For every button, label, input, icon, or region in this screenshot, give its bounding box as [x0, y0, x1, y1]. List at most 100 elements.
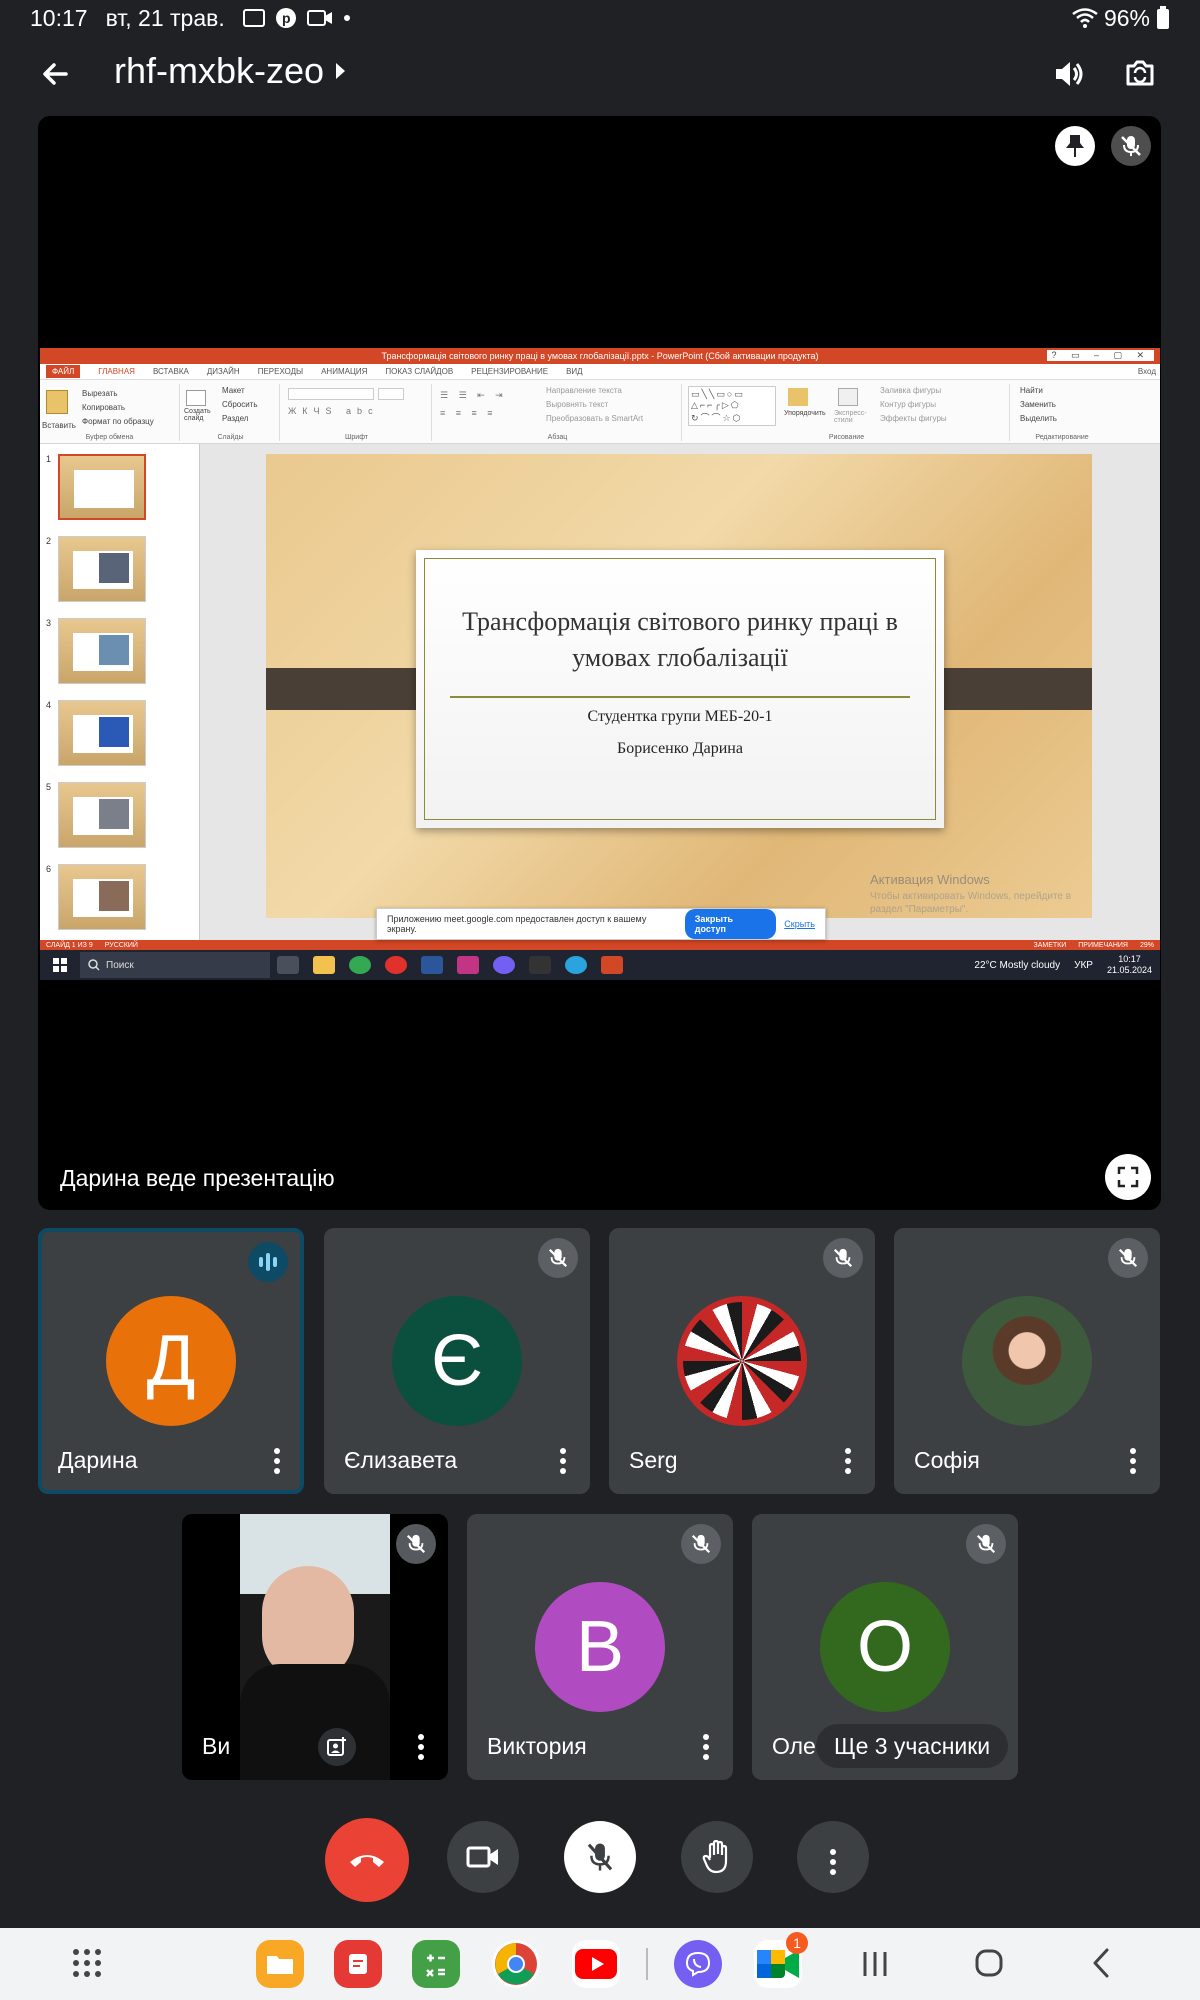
font-name-box: [288, 388, 374, 400]
smartart-label: Преобразовать в SmartArt: [546, 414, 644, 423]
dock-divider: [646, 1948, 648, 1980]
more-actions-button[interactable]: [797, 1821, 869, 1893]
mic-off-icon: [1121, 136, 1141, 156]
slide-bar-right: [924, 668, 1092, 710]
presentation-stage[interactable]: Трансформація світового ринку праці в ум…: [38, 116, 1161, 1210]
participant-tile[interactable]: Д Дарина: [38, 1228, 304, 1494]
task-view-icon: [277, 956, 299, 974]
youtube-app-icon[interactable]: [572, 1940, 620, 1988]
back-arrow-icon[interactable]: [36, 54, 76, 94]
switch-camera-icon[interactable]: [1120, 54, 1160, 94]
mic-off-icon: [396, 1524, 436, 1564]
font-format-icons: ЖКЧS abc: [288, 406, 379, 416]
tab-animation: АНИМАЦИЯ: [321, 367, 368, 376]
windows-taskbar: Поиск 22°C Mostly cloudy УКР 10:17 21.05…: [40, 950, 1160, 980]
thumb-number: 3: [46, 618, 52, 628]
format-painter-label: Формат по образцу: [82, 417, 154, 426]
window-title: Трансформація світового ринку праці в ум…: [381, 351, 819, 361]
more-options-icon[interactable]: [1130, 1448, 1136, 1474]
mic-toggle-button[interactable]: [564, 1821, 636, 1893]
avatar-photo: [962, 1296, 1092, 1426]
system-tray: 22°C Mostly cloudy УКР 10:17 21.05.2024: [974, 954, 1160, 976]
back-nav-icon[interactable]: [1090, 1948, 1112, 1978]
notification-badge: 1: [786, 1932, 808, 1954]
mic-off-icon: [587, 1843, 613, 1871]
self-camera-video: [240, 1514, 390, 1780]
more-options-icon[interactable]: [845, 1448, 851, 1474]
find-label: Найти: [1020, 386, 1043, 395]
home-icon[interactable]: [974, 1948, 1004, 1978]
recent-apps-icon[interactable]: [862, 1950, 888, 1978]
powerpoint-icon: [601, 956, 623, 974]
raise-hand-button[interactable]: [681, 1821, 753, 1893]
participant-name: Єлизавета: [344, 1447, 458, 1473]
keyboard-language: УКР: [1074, 959, 1093, 971]
participant-tile[interactable]: Є Єлизавета: [324, 1228, 590, 1494]
speaking-indicator: [248, 1242, 288, 1282]
zoom-level: 29%: [1139, 941, 1154, 949]
slide-subtitle-name: Борисенко Дарина: [617, 740, 743, 757]
slide-bar-left: [266, 668, 434, 710]
more-options-icon[interactable]: [703, 1734, 709, 1760]
fullscreen-button[interactable]: [1105, 1154, 1151, 1200]
replace-label: Заменить: [1020, 400, 1056, 409]
viber-app-icon[interactable]: [674, 1940, 722, 1988]
pin-icon: [1066, 135, 1084, 157]
notes-button: ЗАМЕТКИ: [1033, 941, 1067, 949]
copy-label: Копировать: [82, 403, 126, 412]
effects-button[interactable]: [318, 1728, 356, 1766]
participant-name: Ви: [202, 1733, 231, 1759]
tab-transitions: ПЕРЕХОДЫ: [257, 367, 304, 376]
tab-review: РЕЦЕНЗИРОВАНИЕ: [471, 367, 549, 376]
sign-in-link: Вход: [1137, 367, 1156, 376]
pin-button[interactable]: [1055, 126, 1095, 166]
camera-toggle-button[interactable]: [447, 1821, 519, 1893]
current-slide: Трансформація світового ринку праці в ум…: [266, 454, 1092, 918]
layout-label: Макет: [222, 386, 245, 395]
thumb-number: 1: [46, 454, 52, 464]
instagram-icon: [457, 956, 479, 974]
notes-app-icon[interactable]: [334, 1940, 382, 1988]
new-slide-label: Создать слайд: [184, 408, 211, 422]
participant-tile[interactable]: Софія: [894, 1228, 1160, 1494]
stop-sharing-button: Закрыть доступ: [684, 909, 777, 939]
google-meet-app-icon[interactable]: 1: [754, 1932, 808, 1988]
pinterest-notification-icon: p: [275, 8, 296, 28]
app-drawer-icon[interactable]: [72, 1948, 102, 1978]
more-options-icon[interactable]: [274, 1448, 280, 1474]
presenter-label: Дарина веде презентацію: [60, 1165, 335, 1191]
slides-group: Создать слайд Макет Сбросить Раздел Слай…: [182, 384, 280, 441]
tab-slideshow: ПОКАЗ СЛАЙДОВ: [385, 367, 454, 376]
fullscreen-icon: [1117, 1166, 1139, 1188]
raise-hand-icon: [702, 1840, 728, 1874]
shape-effects-label: Эффекты фигуры: [880, 414, 947, 423]
self-video-tile[interactable]: Ви: [182, 1514, 448, 1780]
more-participants-button[interactable]: Ще 3 учасники: [816, 1724, 1009, 1768]
participant-name: Оле: [772, 1733, 816, 1759]
shared-screen: Трансформація світового ринку праці в ум…: [40, 348, 1160, 980]
slide-title: Трансформація світового ринку праці в ум…: [462, 607, 898, 672]
wifi-icon: [1072, 8, 1098, 28]
chrome-app-icon[interactable]: [492, 1940, 540, 1988]
participant-tile[interactable]: В Виктория: [467, 1514, 733, 1780]
files-app-icon[interactable]: [256, 1940, 304, 1988]
comments-button: ПРИМЕЧАНИЯ: [1078, 941, 1128, 949]
powerpoint-status-bar: СЛАЙД 1 ИЗ 9 РУССКИЙ ЗАМЕТКИ ПРИМЕЧАНИЯ …: [40, 940, 1160, 950]
align-icons: ≡ ≡ ≡ ≡: [440, 408, 497, 418]
paragraph-group: ☰ ☰ ⇤ ⇥ ≡ ≡ ≡ ≡ Направление текста Выров…: [434, 384, 682, 441]
thumb-number: 6: [46, 864, 52, 874]
leave-call-button[interactable]: [325, 1818, 409, 1902]
weather-info: 22°C Mostly cloudy: [974, 959, 1061, 971]
calculator-app-icon[interactable]: [412, 1940, 460, 1988]
speaker-icon[interactable]: [1048, 54, 1088, 94]
status-time: 10:17: [30, 4, 88, 31]
arrange-label: Упорядочить: [784, 410, 826, 417]
avatar: В: [535, 1582, 665, 1712]
telegram-icon: [565, 956, 587, 974]
taskbar-search-label: Поиск: [106, 959, 134, 971]
more-options-icon[interactable]: [418, 1734, 424, 1760]
participant-tile[interactable]: Serg: [609, 1228, 875, 1494]
quick-styles-label: Экспресс-стили: [834, 410, 867, 424]
meeting-code-button[interactable]: rhf-mxbk-zeo: [114, 50, 346, 92]
more-options-icon[interactable]: [560, 1448, 566, 1474]
